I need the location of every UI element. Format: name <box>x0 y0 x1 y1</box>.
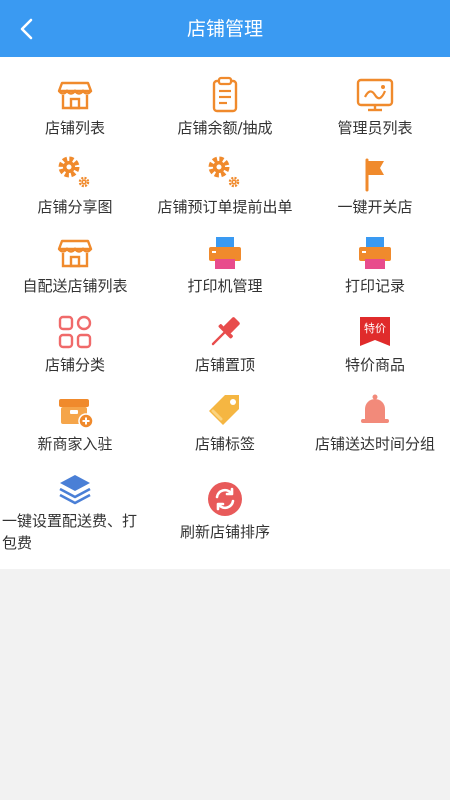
merchant-add-icon <box>55 391 95 431</box>
grid-item-label: 刷新店铺排序 <box>179 523 270 541</box>
grid-icon <box>55 312 95 352</box>
grid-item-label: 店铺预订单提前出单 <box>157 198 293 216</box>
grid-item-label: 自配送店铺列表 <box>22 277 128 295</box>
grid-item-label: 店铺送达时间分组 <box>314 435 435 453</box>
badge-text: 特价 <box>364 321 386 335</box>
gear-icon <box>205 154 245 194</box>
grid-item-label: 管理员列表 <box>337 119 413 137</box>
grid-item-label: 店铺列表 <box>44 119 105 137</box>
gear-icon <box>55 154 95 194</box>
store-icon <box>55 233 95 273</box>
tag-icon <box>205 391 245 431</box>
printer-icon <box>355 233 395 273</box>
grid-item-label-line1: 一键设置配送费、打 <box>2 512 138 530</box>
grid-item-label: 店铺余额/抽成 <box>177 119 273 137</box>
layers-icon <box>55 470 95 510</box>
grid-item-label: 店铺分享图 <box>37 198 113 216</box>
grid-item-label: 一键开关店 <box>337 198 413 216</box>
monitor-icon <box>355 75 395 115</box>
grid-item-label: 打印记录 <box>344 277 405 295</box>
bell-icon <box>355 391 395 431</box>
grid-item-label-line2: 包费 <box>2 534 33 552</box>
grid-item-label: 打印机管理 <box>187 277 263 295</box>
clipboard-icon <box>205 75 245 115</box>
price-tag-badge-icon: 特价 <box>355 312 395 352</box>
grid-item-label: 新商家入驻 <box>37 435 113 453</box>
grid-item-label: 店铺分类 <box>44 356 105 374</box>
grid-item-label: 店铺标签 <box>194 435 255 453</box>
grid-item-label: 一键设置配送费、打 包费 <box>2 510 156 554</box>
flag-icon <box>355 154 395 194</box>
header-bar: 店铺管理 <box>0 0 450 57</box>
refresh-icon <box>205 479 245 519</box>
menu-grid: 店铺列表 店铺余额/抽成 管理员列表 店铺分享图 店铺预订单提前出单 一键开关店 <box>0 57 450 569</box>
page-title: 店铺管理 <box>186 18 263 40</box>
grid-item-label: 特价商品 <box>344 356 405 374</box>
pushpin-icon <box>205 312 245 352</box>
printer-icon <box>205 233 245 273</box>
store-icon <box>55 75 95 115</box>
grid-item-label: 店铺置顶 <box>194 356 255 374</box>
